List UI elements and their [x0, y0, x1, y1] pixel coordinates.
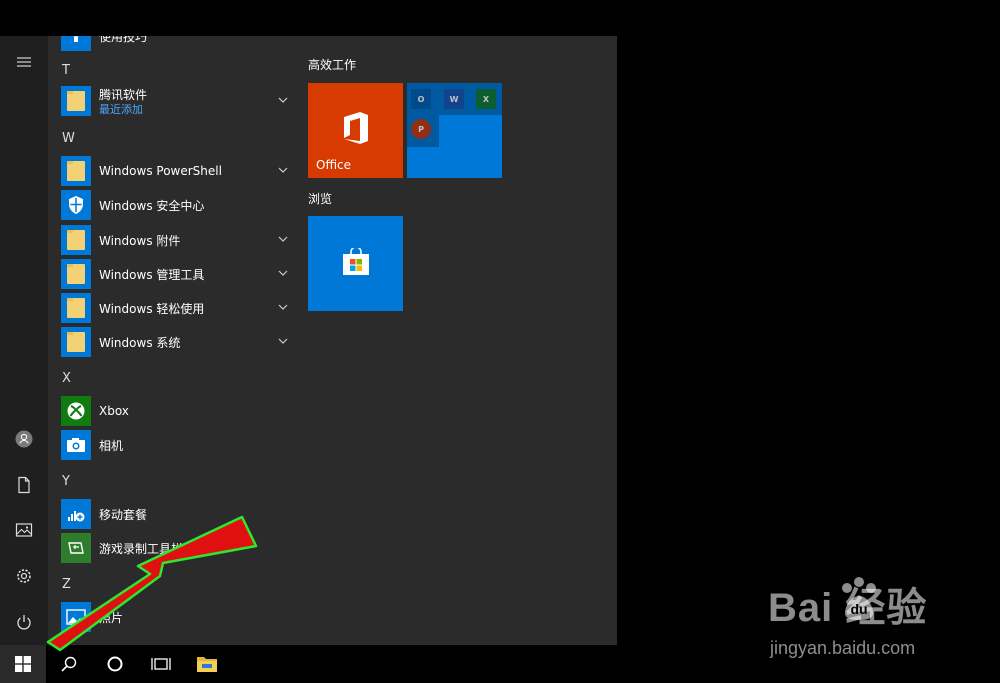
baidu-paw-icon: du: [842, 577, 876, 620]
baidu-jingyan-watermark-url: jingyan.baidu.com: [770, 638, 916, 658]
svg-text:du: du: [850, 601, 867, 617]
